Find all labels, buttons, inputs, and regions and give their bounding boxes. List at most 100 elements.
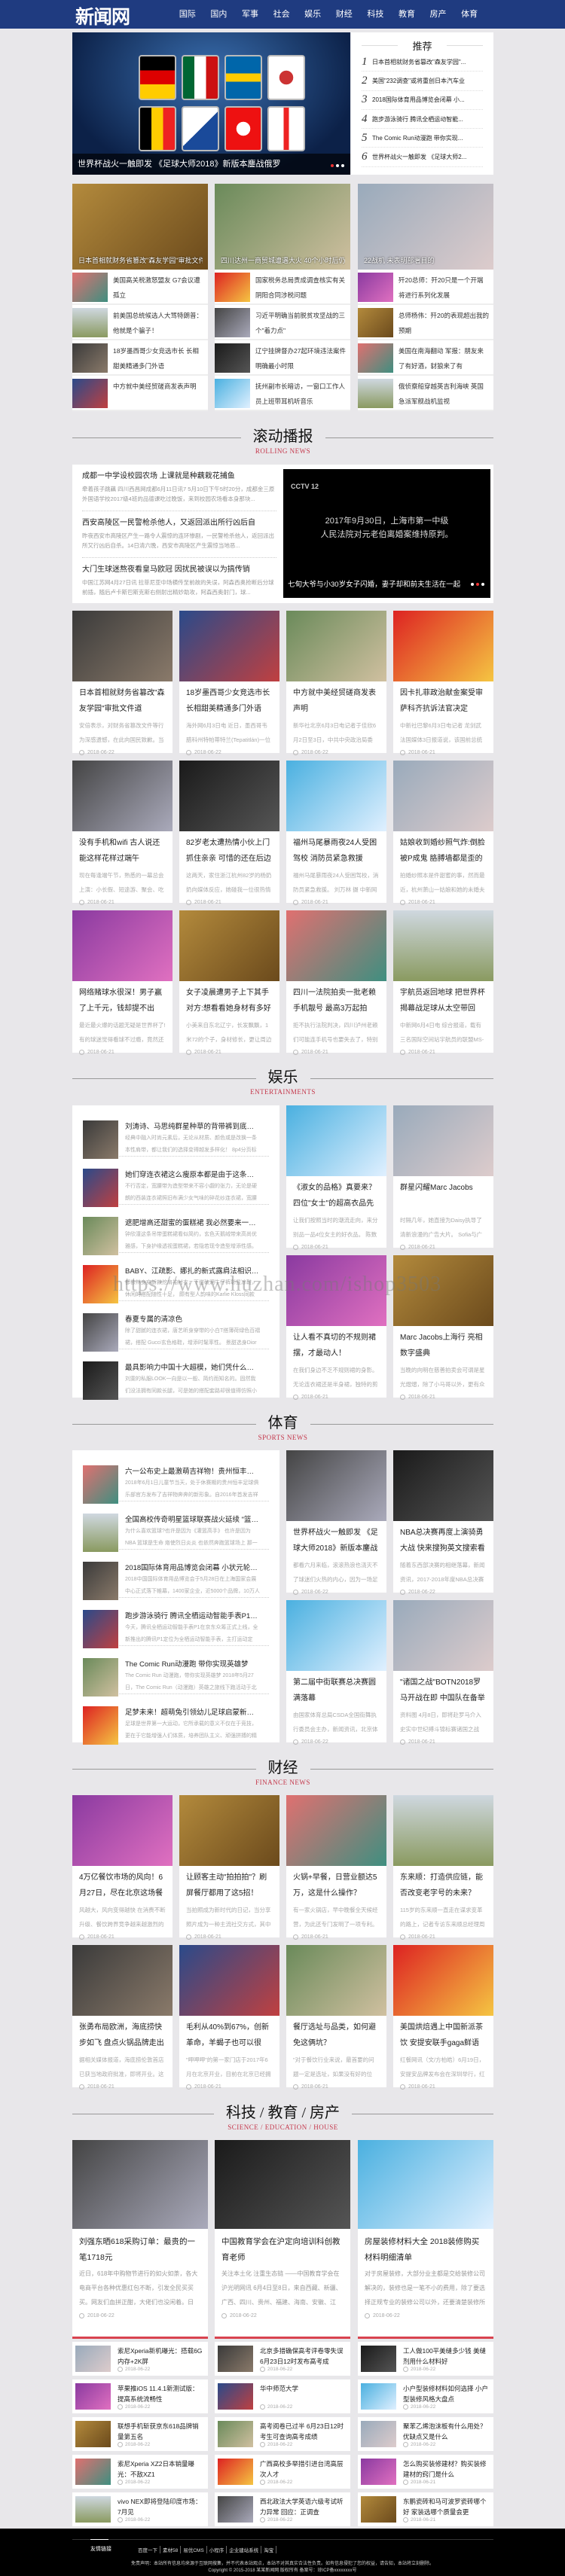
- rolling-title[interactable]: 西安高陵区一民警枪杀他人，又返回派出所行凶后自: [82, 516, 276, 527]
- card-image[interactable]: [393, 761, 493, 831]
- news-card[interactable]: 让顾客主动"拍拍拍"？刷屏餐厅都用了这5招！ 当拍照成为新时代的日记，当分享照片成…: [179, 1795, 279, 1940]
- headline-title[interactable]: 四川达州一商贸城遭遇大火 40个小时后仍未扑...: [221, 255, 345, 265]
- small-news-title[interactable]: 索尼Xperia XZ2日本销量曝光：不敌XZ1: [118, 2459, 205, 2480]
- card-title[interactable]: 群星闪耀Marc Jacobs: [393, 1176, 493, 1213]
- card-image[interactable]: [286, 1600, 386, 1671]
- thumbnail[interactable]: [83, 1658, 118, 1697]
- small-news-item[interactable]: 北京多措确保高考评卷零失误 6月23日12时发布高考成 2018-06-22: [215, 2342, 350, 2376]
- thumbnail[interactable]: [72, 273, 108, 302]
- slider-dot[interactable]: [341, 164, 344, 167]
- nav-item[interactable]: 房产: [423, 0, 454, 29]
- news-card[interactable]: 女子凌晨遭男子上下其手 对方:想看看她身材有多好 小美来自东北辽宁，长发飘飘，1米…: [179, 910, 279, 1055]
- list-item[interactable]: 全国高校传奇明星篮球联赛战火延续 "篮"不住... 为什么喜欢篮球?也许是因为《灌…: [83, 1503, 269, 1552]
- card-image[interactable]: [393, 1600, 493, 1671]
- recommend-item[interactable]: 4 跑步游泳骑行 腾讯全栖运动智能...: [362, 110, 483, 130]
- dot[interactable]: [481, 583, 484, 586]
- small-news-item[interactable]: 联想手机斩获京东618品牌销量第五名 2018-06-22: [72, 2417, 208, 2451]
- card-image[interactable]: [72, 910, 173, 981]
- news-card[interactable]: 让人看不真切的不规则裙摆，才最动人！ 在我们身边不乏不规则裙的身影。无论连衣裙还是…: [286, 1255, 386, 1400]
- thumbnail[interactable]: [83, 1610, 118, 1648]
- rolling-item[interactable]: 西安高陵区一民警枪杀他人，又返回派出所行凶后自 昨夜西安市高陵区产生一路令人震惊的…: [82, 513, 276, 558]
- list-item-title[interactable]: 歼20总师：歼20只是一个开端 将进行系列化发展: [393, 273, 493, 303]
- nav-item[interactable]: 体育: [454, 0, 485, 29]
- card-image[interactable]: [393, 1795, 493, 1866]
- list-item-title[interactable]: 她们穿连衣裙这么瘦原本都是由于这条腰带！: [125, 1169, 261, 1179]
- news-card[interactable]: 世界杯战火一触即发 《足球大师2018》新版本鏖战俄罗都看六月来临，滚滚热浪也浇…: [286, 1450, 386, 1595]
- card-title[interactable]: 张勇布局欧洲，海底捞快步如飞 盘点火锅品牌走出国: [72, 2016, 173, 2053]
- video-dots[interactable]: [471, 583, 484, 586]
- small-news-item[interactable]: 索尼Xperia新机曝光：搭载6G内存+2K屏 2018-06-22: [72, 2342, 208, 2376]
- slide-caption[interactable]: 世界杯战火一触即发 《足球大师2018》新版本鏖战俄罗: [72, 154, 350, 175]
- list-item[interactable]: 俄侦察船穿越英吉利海峡 英国急派军舰战机监视: [358, 376, 493, 411]
- list-item[interactable]: 辽宁挂牌督办27起环境违法案件 明确最小时限: [215, 340, 350, 376]
- news-card[interactable]: 房屋装修材料大全 2018装修购买材料明细清单 对于房屋装修，大部分业主都是交给装…: [358, 2140, 493, 2339]
- card-image[interactable]: [286, 1945, 386, 2016]
- card-image[interactable]: [72, 1945, 173, 2016]
- recommend-title[interactable]: The Comic Run动漫跑 带你实现...: [372, 134, 463, 142]
- card-title[interactable]: 四川一法院拍卖一批老赖手机靓号 最高3万起拍: [286, 981, 386, 1018]
- small-news-item[interactable]: 小户型装修材料如何选择 小户型装修风格大盘点 2018-06-22: [358, 2379, 493, 2413]
- card-title[interactable]: 刘强东晒618采购订单：最贵的一笔1718元: [72, 2229, 208, 2267]
- card-title[interactable]: 82岁老太遭热情小伙上门抓住亲亲 可惜的还在后边: [179, 831, 279, 868]
- card-title[interactable]: 中方就中美经贸磋商发表声明: [286, 681, 386, 718]
- thumbnail[interactable]: [75, 2346, 111, 2372]
- hero-slider[interactable]: 世界杯战火一触即发 《足球大师2018》新版本鏖战俄罗: [72, 32, 350, 175]
- list-item[interactable]: 最具影响力中国十大超模，她们凭什么上榜？ 刘雯的私服LOOK一向是以一般、简约而知…: [83, 1351, 269, 1400]
- card-title[interactable]: 中国教育学会在沪定向培训科创教育老师: [215, 2229, 350, 2267]
- news-card[interactable]: 《淑女的品格》真要来？四位"女士"的超高衣品先 让我们按照当时的潮流走向，来分别品…: [286, 1105, 386, 1250]
- card-image[interactable]: [393, 1945, 493, 2016]
- dot[interactable]: [471, 583, 474, 586]
- thumbnail[interactable]: [218, 2421, 253, 2447]
- list-item-title[interactable]: 美国在南海翻动 军报：朋友来了有好酒，豺狼来了有: [393, 343, 493, 374]
- recommend-title[interactable]: 跑步游泳骑行 腾讯全栖运动智能...: [372, 115, 463, 123]
- thumbnail[interactable]: [215, 343, 250, 373]
- nav-item[interactable]: 娱乐: [297, 0, 328, 29]
- small-news-title[interactable]: 东鹏瓷砖和马可波罗瓷砖哪个好 家装选哪个质量会更: [403, 2496, 490, 2517]
- rolling-item[interactable]: 大门生球迷熬夜看皇马欧冠 因扰民被误以为搞传销 中国江苏网4月27日讯 拉菲尼亚中…: [82, 559, 276, 605]
- card-image[interactable]: [286, 1795, 386, 1866]
- site-logo[interactable]: 新闻网: [75, 2, 130, 29]
- list-item-title[interactable]: 习近平明确当前脱贫攻坚战的三个"着力点": [250, 308, 350, 339]
- headline-title[interactable]: 日本首相就财务省篡改"森友学园"审批文件道: [78, 255, 203, 265]
- list-item-title[interactable]: 足梦未来！超萌兔引领幼儿足球启蒙新时代: [125, 1706, 261, 1717]
- news-card[interactable]: 网络赌球水很深！男子赢了上千元，钱却提不出来！ 最近最火爆的话题无疑是世界杯了!有…: [72, 910, 173, 1055]
- list-item[interactable]: The Comic Run动漫跑 带你实现英雄梦 The Comic Run 动漫…: [83, 1648, 269, 1697]
- card-title[interactable]: 因卡扎菲政治献金案受审 萨科齐抗诉法官决定: [393, 681, 493, 718]
- list-item-title[interactable]: 中方就中美经贸磋商发表声明: [108, 379, 201, 410]
- card-image[interactable]: [286, 910, 386, 981]
- small-news-item[interactable]: 东鹏瓷砖和马可波罗瓷砖哪个好 家装选哪个质量会更 2018-06-21: [358, 2492, 493, 2526]
- headline-image[interactable]: 四川达州一商贸城遭遇大火 40个小时后仍未扑...: [215, 184, 350, 270]
- news-card[interactable]: 82岁老太遭热情小伙上门抓住亲亲 可惜的还在后边 这两天，家住浙江杭州82岁的杨奶…: [179, 761, 279, 905]
- list-item-title[interactable]: 六一公布史上最激萌吉祥物！贵州恒丰奔奔全新: [125, 1465, 261, 1476]
- small-news-title[interactable]: 聚苯乙烯泡沫板有什么用处？优缺点又是什么: [403, 2421, 490, 2442]
- thumbnail[interactable]: [83, 1562, 118, 1600]
- card-image[interactable]: [72, 1795, 173, 1866]
- card-image[interactable]: [393, 910, 493, 981]
- headline-image[interactable]: 日本首相就财务省篡改"森友学园"审批文件道: [72, 184, 208, 270]
- news-card[interactable]: "诸国之战"BOTN2018罗马开战在即 中国队在备举办赛资料图 4月8日，即将…: [393, 1600, 493, 1745]
- card-image[interactable]: [215, 2140, 350, 2229]
- news-card[interactable]: 姑娘收到婚纱照气炸:倒脸被P成鬼 胳膊墙都是歪的 拍婚纱照本是件甜蜜的事，然而最近…: [393, 761, 493, 905]
- small-news-title[interactable]: vivo NEX即将登陆印度市场：7月见: [118, 2496, 205, 2517]
- card-image[interactable]: [179, 1945, 279, 2016]
- nav-item[interactable]: 国内: [203, 0, 235, 29]
- card-image[interactable]: [286, 1105, 386, 1176]
- news-card[interactable]: 18岁墨西哥少女竞选市长 长相甜美精通多门外语 海外网6月3日电 近日，墨西哥韦腊…: [179, 611, 279, 755]
- list-item[interactable]: 春夏专属的清凉色 除了甜腻的连衣裙，唐艺昕身穿带的小白T搭薄荷绿色百褶裙，搭配 G…: [83, 1303, 269, 1352]
- nav-item[interactable]: 科技: [360, 0, 392, 29]
- thumbnail[interactable]: [83, 1465, 118, 1504]
- thumbnail[interactable]: [361, 2346, 396, 2372]
- small-news-title[interactable]: 高考阅卷已过半 6月23日12时考生可查询高考成绩: [260, 2421, 347, 2442]
- list-item-title[interactable]: 刘涛诗、马思纯群星种草的背带裤到底有什么魔: [125, 1120, 261, 1131]
- card-image[interactable]: [286, 1255, 386, 1326]
- news-card[interactable]: 宇航员返回地球 把世界杯揭幕战足球从太空带回了！ 中新网6月4日电 综合报道，载有…: [393, 910, 493, 1055]
- card-title[interactable]: 没有手机和wifi 古人说还能这样花样过端午: [72, 831, 173, 868]
- news-card[interactable]: 中国教育学会在沪定向培训科创教育老师 关注本土化 注重生态链 ——中国教育学会在沪…: [215, 2140, 350, 2339]
- card-title[interactable]: 福州马尾暴雨夜24人受困驾校 消防员紧急救援: [286, 831, 386, 868]
- news-card[interactable]: 日本首相就财务省篡改"森友学园"审批文件道 安倍表示，对财务省篡改文件等行为深感遗…: [72, 611, 173, 755]
- small-news-item[interactable]: 索尼Xperia XZ2日本销量曝光：不敌XZ1 2018-06-22: [72, 2455, 208, 2489]
- news-card[interactable]: 没有手机和wifi 古人说还能这样花样过端午 现在每逢端午节，熟悉的一幕总会上演：…: [72, 761, 173, 905]
- headline-title[interactable]: 22战机 未表明部署目的: [364, 255, 488, 265]
- card-title[interactable]: 《淑女的品格》真要来？四位"女士"的超高衣品先: [286, 1176, 386, 1213]
- nav-item[interactable]: 国际: [172, 0, 203, 29]
